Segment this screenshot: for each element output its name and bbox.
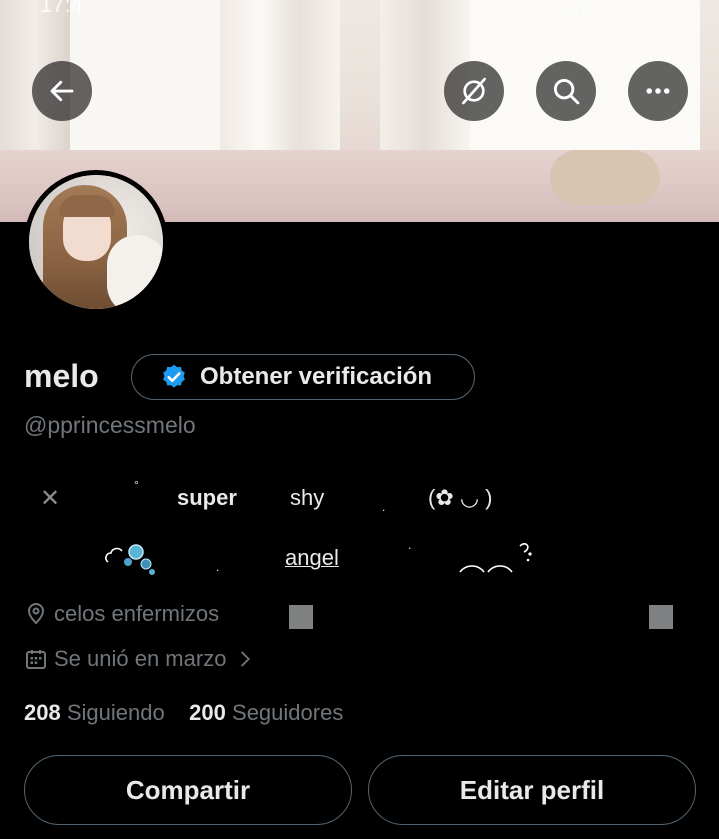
grok-button[interactable] [444,61,504,121]
follow-stats: 208 Siguiendo 200 Seguidores [24,700,343,726]
bio-word-shy: shy [290,485,325,510]
bio-word-angel: angel [285,545,339,570]
location-text: celos enfermizos [54,601,220,626]
avatar[interactable] [24,170,168,314]
calendar-icon [26,650,46,669]
followers-count: 200 [189,700,226,725]
avatar-photo [29,175,163,309]
status-network: LTE [568,4,590,18]
followers-label: Seguidores [232,700,344,725]
bio-dot-glyph: . [216,560,220,574]
following-label: Siguiendo [66,700,165,725]
joined-text: Se unió en marzo [54,646,227,671]
chevron-right-icon [241,651,251,667]
profile-joined[interactable]: Se unió en marzo [24,646,262,672]
following-link[interactable]: 208 Siguiendo [24,700,165,725]
bubbles-icon [102,540,162,582]
bio-kaomoji: (✿ ◡ ) [428,485,493,510]
location-pin-icon [27,603,45,625]
missing-glyph-box [289,605,313,629]
teddy-bear [550,150,660,205]
edit-profile-button[interactable]: Editar perfil [368,755,696,825]
get-verified-button[interactable]: Obtener verificación [131,354,475,400]
following-count: 208 [24,700,61,725]
search-button[interactable] [536,61,596,121]
search-icon [553,78,580,105]
profile-handle: @pprincessmelo [24,412,196,438]
bio-arcs-glyph [456,528,546,584]
back-button[interactable] [32,61,92,121]
back-arrow-icon [50,80,74,102]
bio-cross-glyph: ✕ [40,485,61,512]
bio-dot-glyph: ° [134,478,139,492]
bio-word-super: super [177,485,237,510]
get-verified-label: Obtener verificación [200,363,433,390]
profile-name: melo [24,358,99,394]
bio-dot-glyph: . [408,538,412,552]
share-button[interactable]: Compartir [24,755,352,825]
profile-location: celos enfermizos [24,601,219,627]
followers-link[interactable]: 200 Seguidores [189,700,343,725]
status-time: 17:4 [40,0,83,17]
verified-badge-icon [163,364,185,388]
more-button[interactable] [628,61,688,121]
bio-dot-glyph: . [382,500,386,514]
grok-icon [462,77,486,105]
more-icon [646,88,670,94]
missing-glyph-box [649,605,673,629]
